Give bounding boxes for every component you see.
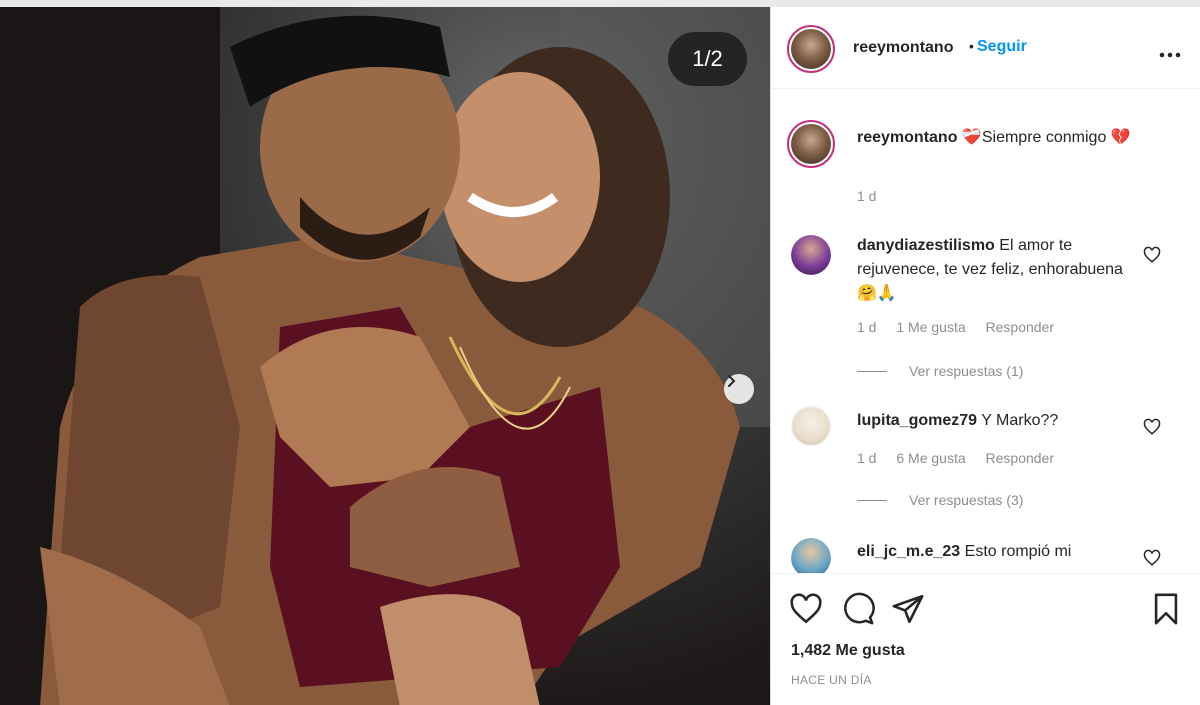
separator-dot: • <box>969 38 974 54</box>
caption-age: 1 d <box>857 188 877 204</box>
chevron-right-icon <box>728 375 736 387</box>
view-replies-label: Ver respuestas (1) <box>909 363 1024 379</box>
like-count[interactable]: 1,482 Me gusta <box>791 642 905 660</box>
comment-like-heart-icon[interactable] <box>1143 549 1161 567</box>
comment-like-heart-icon[interactable] <box>1143 246 1161 264</box>
comment-avatar[interactable] <box>791 538 831 578</box>
browser-top-strip <box>0 0 1200 7</box>
share-send-icon[interactable] <box>891 592 925 626</box>
reply-button[interactable]: Responder <box>986 319 1055 335</box>
caption-username[interactable]: reeymontano <box>857 129 957 146</box>
post-photo[interactable]: 1/2 <box>0 7 770 705</box>
comment-item: danydiazestilismo El amor te rejuvenece,… <box>857 234 1137 306</box>
carousel-next-button[interactable] <box>724 374 754 404</box>
replies-divider <box>857 370 887 372</box>
comment-avatar[interactable] <box>791 235 831 275</box>
reply-button[interactable]: Responder <box>986 450 1055 466</box>
replies-divider <box>857 499 887 501</box>
view-replies-button[interactable]: Ver respuestas (3) <box>857 492 1023 508</box>
comment-meta: 1 d 1 Me gusta Responder <box>857 319 1070 335</box>
comment-username[interactable]: lupita_gomez79 <box>857 412 977 429</box>
view-replies-button[interactable]: Ver respuestas (1) <box>857 363 1023 379</box>
comment-username[interactable]: eli_jc_m.e_23 <box>857 543 960 560</box>
post-actions-bar: 1,482 Me gusta HACE UN DÍA <box>771 573 1200 705</box>
author-username[interactable]: reeymontano <box>853 39 953 57</box>
comment-like-count[interactable]: 6 Me gusta <box>896 450 965 466</box>
view-replies-label: Ver respuestas (3) <box>909 492 1024 508</box>
caption-avatar[interactable] <box>787 120 835 168</box>
comment-item: eli_jc_m.e_23 Esto rompió mi <box>857 540 1137 566</box>
comment-age: 1 d <box>857 319 877 335</box>
comment-like-count[interactable]: 1 Me gusta <box>896 319 965 335</box>
comment-bubble-icon[interactable] <box>841 592 875 626</box>
comment-age: 1 d <box>857 450 877 466</box>
comment-username[interactable]: danydiazestilismo <box>857 237 995 254</box>
post-side-panel: reeymontano • Seguir reeymontano ❤️‍🩹Sie… <box>770 7 1200 705</box>
save-bookmark-icon[interactable] <box>1149 592 1183 626</box>
comment-like-heart-icon[interactable] <box>1143 418 1161 436</box>
comment-item: lupita_gomez79 Y Marko?? <box>857 409 1137 433</box>
follow-button[interactable]: Seguir <box>977 38 1027 56</box>
carousel-counter: 1/2 <box>668 32 747 86</box>
caption: reeymontano ❤️‍🩹Siempre conmigo 💔 <box>857 127 1167 149</box>
more-options-icon[interactable] <box>1159 41 1181 64</box>
comment-meta: 1 d 6 Me gusta Responder <box>857 450 1070 466</box>
comment-body: Esto rompió mi <box>964 543 1072 560</box>
author-avatar[interactable] <box>787 25 835 73</box>
post-timestamp[interactable]: HACE UN DÍA <box>791 673 872 687</box>
comment-body: Y Marko?? <box>981 412 1059 429</box>
comment-avatar[interactable] <box>791 406 831 446</box>
caption-text: ❤️‍🩹Siempre conmigo 💔 <box>961 129 1131 146</box>
like-heart-icon[interactable] <box>789 592 823 626</box>
photo-illustration <box>0 7 770 705</box>
post-header: reeymontano • Seguir <box>771 7 1200 89</box>
